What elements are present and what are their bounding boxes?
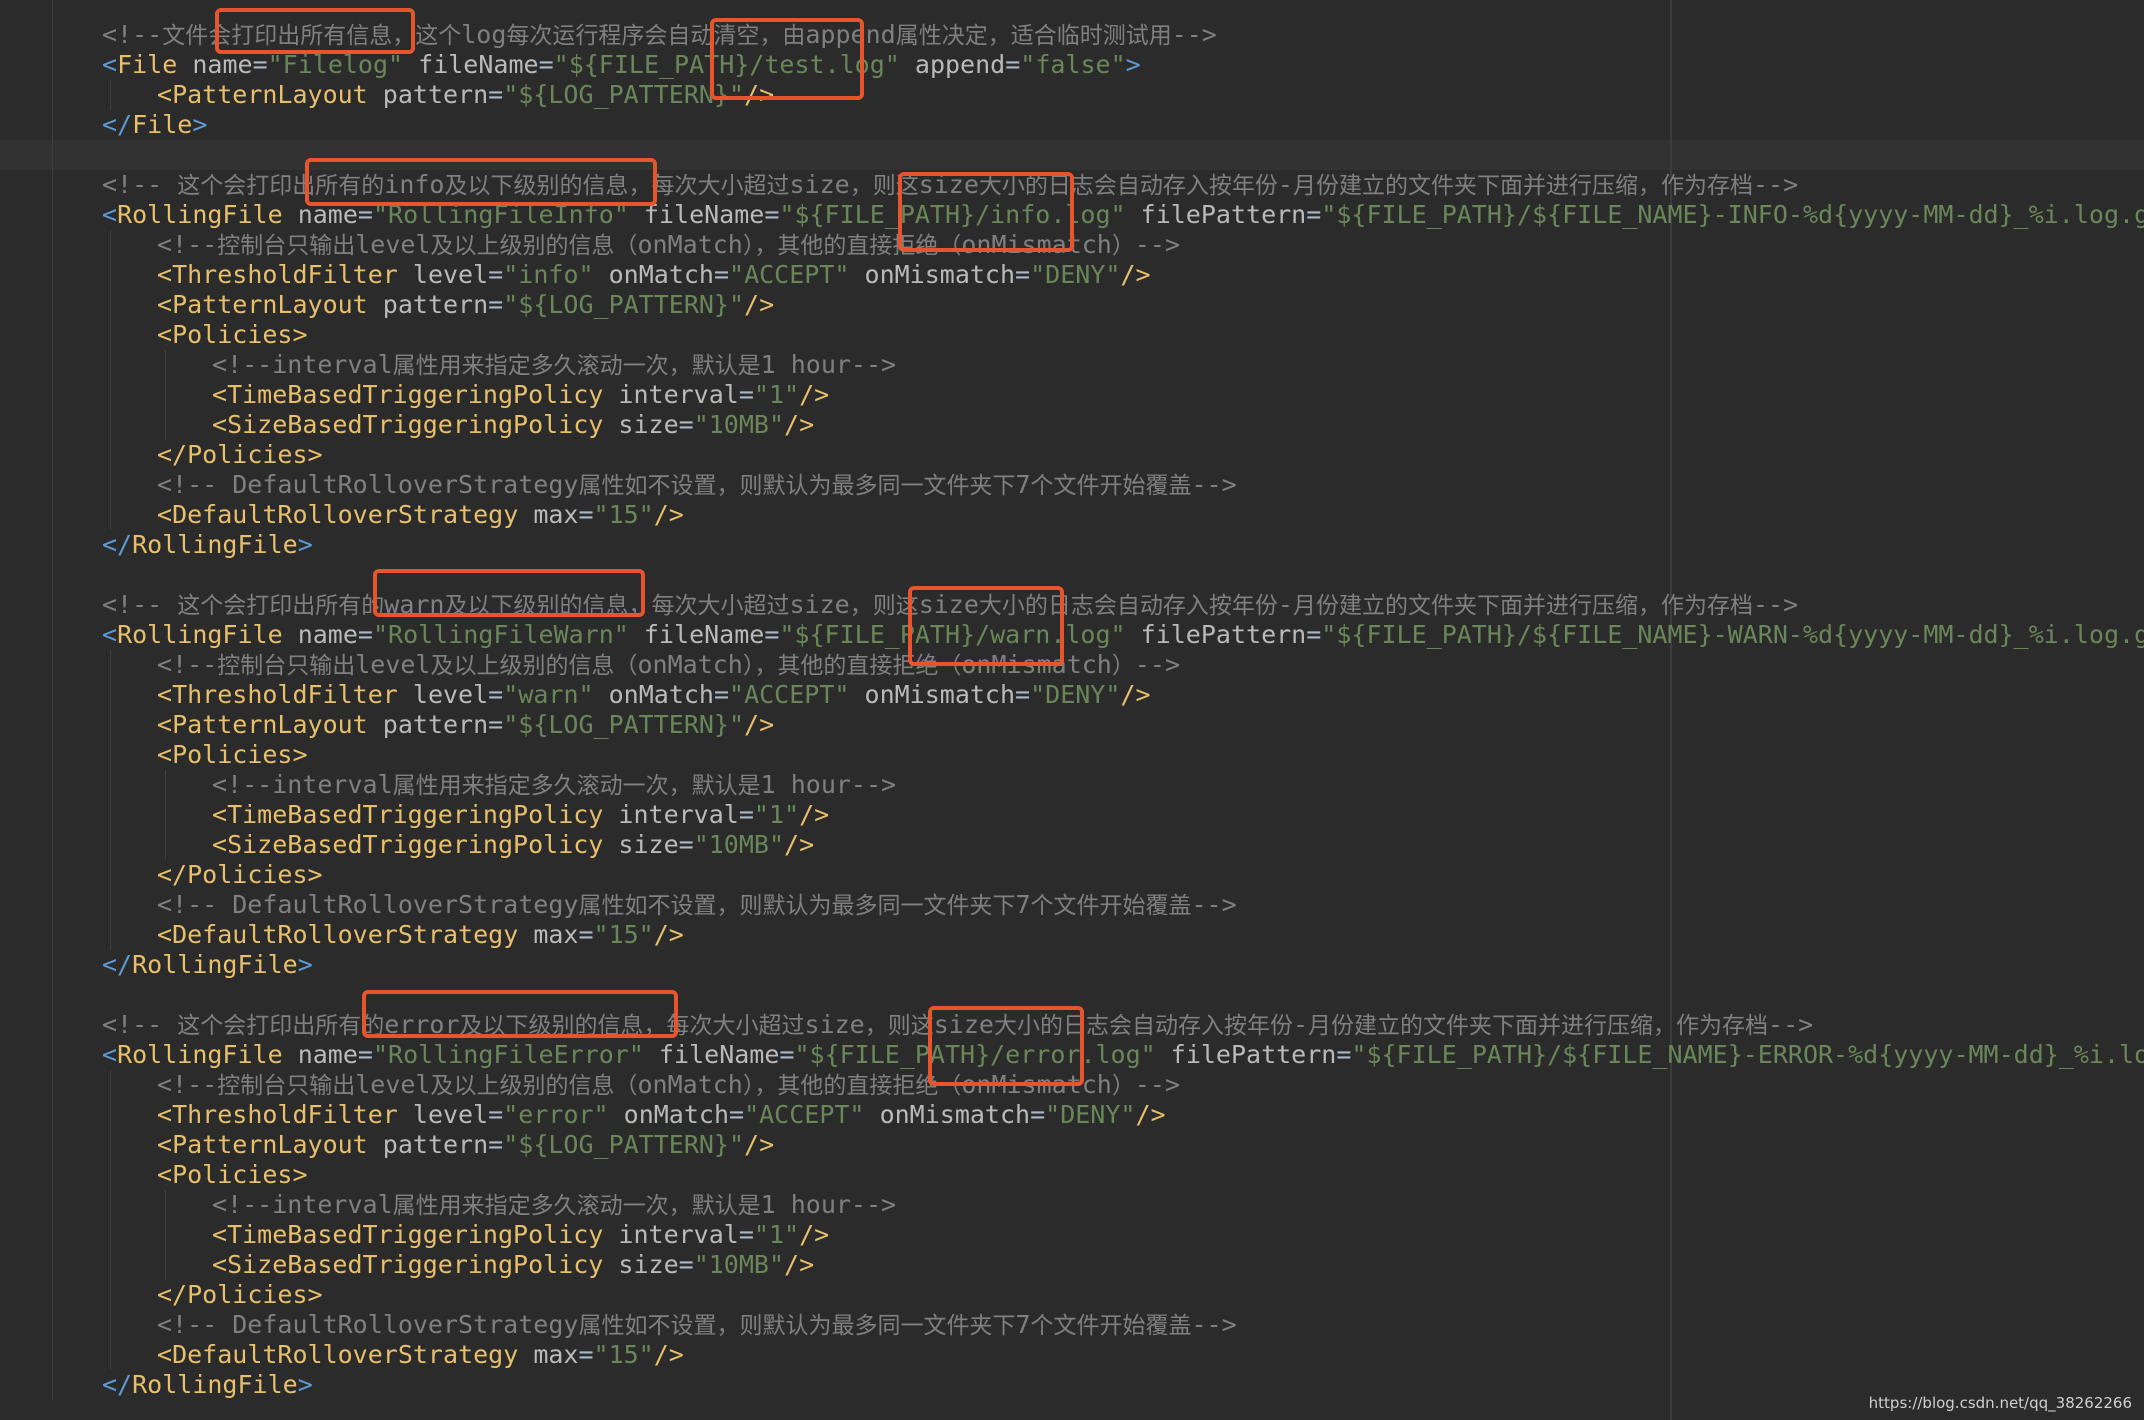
code-tag-line[interactable]: </RollingFile>: [102, 1370, 313, 1400]
highlight-box: [373, 569, 645, 617]
code-tag-line[interactable]: <PatternLayout pattern="${LOG_PATTERN}"/…: [157, 80, 774, 110]
highlight-box: [305, 158, 657, 206]
indent-guide: [165, 1190, 166, 1280]
code-tag-line[interactable]: <PatternLayout pattern="${LOG_PATTERN}"/…: [157, 710, 774, 740]
indent-guide: [165, 770, 166, 860]
code-comment-line[interactable]: <!--interval属性用来指定多久滚动一次，默认是1 hour-->: [212, 350, 896, 380]
code-tag-line[interactable]: <TimeBasedTriggeringPolicy interval="1"/…: [212, 380, 829, 410]
highlight-box: [928, 1006, 1084, 1086]
code-editor[interactable]: <!--文件会打印出所有信息，这个log每次运行程序会自动清空，由append属…: [0, 0, 2144, 1420]
highlight-box: [908, 586, 1064, 666]
code-tag-line[interactable]: <DefaultRolloverStrategy max="15"/>: [157, 920, 684, 950]
indent-guide: [110, 1070, 111, 1370]
code-tag-line[interactable]: <SizeBasedTriggeringPolicy size="10MB"/>: [212, 1250, 814, 1280]
code-tag-line[interactable]: <TimeBasedTriggeringPolicy interval="1"/…: [212, 800, 829, 830]
highlight-box: [362, 990, 678, 1038]
highlight-box: [898, 172, 1074, 252]
indent-guide: [165, 350, 166, 440]
code-tag-line[interactable]: <Policies>: [157, 320, 308, 350]
code-comment-line[interactable]: <!--interval属性用来指定多久滚动一次，默认是1 hour-->: [212, 1190, 896, 1220]
code-tag-line[interactable]: <PatternLayout pattern="${LOG_PATTERN}"/…: [157, 1130, 774, 1160]
code-tag-line[interactable]: </Policies>: [157, 860, 323, 890]
indent-guide: [110, 80, 111, 110]
code-tag-line[interactable]: <ThresholdFilter level="error" onMatch="…: [157, 1100, 1166, 1130]
code-tag-line[interactable]: <PatternLayout pattern="${LOG_PATTERN}"/…: [157, 290, 774, 320]
code-tag-line[interactable]: </RollingFile>: [102, 950, 313, 980]
gutter-separator: [52, 0, 53, 1400]
code-tag-line[interactable]: <TimeBasedTriggeringPolicy interval="1"/…: [212, 1220, 829, 1250]
code-tag-line[interactable]: <ThresholdFilter level="info" onMatch="A…: [157, 260, 1151, 290]
code-tag-line[interactable]: </Policies>: [157, 1280, 323, 1310]
highlight-box: [215, 8, 415, 54]
watermark: https://blog.csdn.net/qq_38262266: [1868, 1394, 2132, 1412]
code-tag-line[interactable]: <ThresholdFilter level="warn" onMatch="A…: [157, 680, 1151, 710]
indent-guide: [110, 650, 111, 950]
code-tag-line[interactable]: <File name="Filelog" fileName="${FILE_PA…: [102, 50, 1141, 80]
code-comment-line[interactable]: <!-- DefaultRolloverStrategy属性如不设置，则默认为最…: [157, 470, 1237, 500]
code-tag-line[interactable]: <SizeBasedTriggeringPolicy size="10MB"/>: [212, 410, 814, 440]
indent-guide: [110, 230, 111, 530]
highlight-box: [710, 18, 864, 100]
code-tag-line[interactable]: <DefaultRolloverStrategy max="15"/>: [157, 500, 684, 530]
code-tag-line[interactable]: <RollingFile name="RollingFileError" fil…: [102, 1040, 2144, 1070]
code-tag-line[interactable]: <DefaultRolloverStrategy max="15"/>: [157, 1340, 684, 1370]
code-tag-line[interactable]: <SizeBasedTriggeringPolicy size="10MB"/>: [212, 830, 814, 860]
code-comment-line[interactable]: <!-- DefaultRolloverStrategy属性如不设置，则默认为最…: [157, 1310, 1237, 1340]
code-tag-line[interactable]: <RollingFile name="RollingFileWarn" file…: [102, 620, 2144, 650]
code-tag-line[interactable]: <Policies>: [157, 1160, 308, 1190]
code-comment-line[interactable]: <!--interval属性用来指定多久滚动一次，默认是1 hour-->: [212, 770, 896, 800]
code-tag-line[interactable]: </RollingFile>: [102, 530, 313, 560]
code-tag-line[interactable]: </Policies>: [157, 440, 323, 470]
code-comment-line[interactable]: <!-- DefaultRolloverStrategy属性如不设置，则默认为最…: [157, 890, 1237, 920]
code-tag-line[interactable]: </File>: [102, 110, 207, 140]
code-tag-line[interactable]: <Policies>: [157, 740, 308, 770]
